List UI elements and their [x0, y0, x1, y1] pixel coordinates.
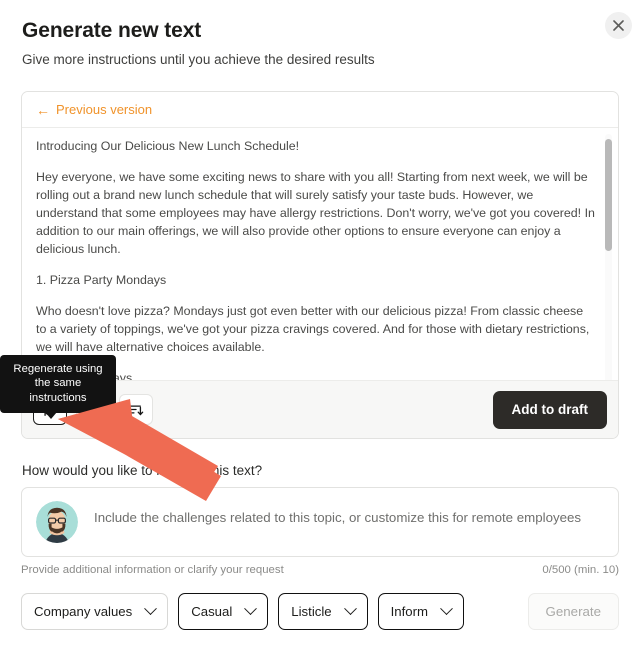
select-label: Casual [191, 604, 232, 619]
modal-subtitle: Give more instructions until you achieve… [22, 52, 375, 67]
user-avatar [36, 501, 78, 543]
select-company-values[interactable]: Company values [21, 593, 168, 630]
expand-text-button[interactable] [119, 394, 153, 425]
generate-button[interactable]: Generate [528, 593, 619, 630]
generated-paragraph: Hey everyone, we have some exciting news… [36, 169, 596, 259]
chevron-down-icon [344, 602, 357, 615]
tooltip-arrow [45, 412, 57, 419]
previous-version-label: Previous version [56, 102, 152, 117]
generate-new-text-modal: Generate new text Give more instructions… [0, 0, 641, 648]
close-icon [613, 20, 624, 31]
select-label: Listicle [291, 604, 331, 619]
expand-text-icon [127, 401, 145, 418]
chevron-down-icon [144, 602, 157, 615]
select-label: Inform [391, 604, 428, 619]
scrollbar-thumb[interactable] [605, 139, 612, 251]
generated-paragraph: Introducing Our Delicious New Lunch Sche… [36, 138, 596, 156]
char-counter: 0/500 (min. 10) [542, 564, 619, 576]
select-format[interactable]: Listicle [278, 593, 367, 630]
chevron-down-icon [244, 602, 257, 615]
generated-paragraph: Who doesn't love pizza? Mondays just got… [36, 303, 596, 357]
previous-version-button[interactable]: ← Previous version [36, 102, 152, 117]
previous-version-bar: ← Previous version [22, 92, 618, 128]
close-button[interactable] [605, 12, 632, 39]
add-to-draft-button[interactable]: Add to draft [493, 391, 608, 429]
tooltip-text: Regenerate using the same instructions [13, 363, 102, 404]
generated-paragraph: 1. Pizza Party Mondays [36, 272, 596, 290]
arrow-left-icon: ← [36, 103, 50, 117]
improve-input[interactable]: Include the challenges related to this t… [94, 510, 581, 525]
improve-helper-text: Provide additional information or clarif… [21, 564, 284, 576]
bottom-controls: Company values Casual Listicle Inform Ge… [21, 593, 619, 630]
improve-input-wrapper[interactable]: Include the challenges related to this t… [21, 487, 619, 557]
select-intent[interactable]: Inform [378, 593, 464, 630]
improve-question-label: How would you like to improve this text? [22, 463, 262, 478]
select-tone[interactable]: Casual [178, 593, 268, 630]
chevron-down-icon [440, 602, 453, 615]
improve-helper-row: Provide additional information or clarif… [21, 564, 619, 576]
regenerate-tooltip: Regenerate using the same instructions [0, 355, 116, 413]
page-title: Generate new text [22, 19, 201, 43]
select-label: Company values [34, 604, 132, 619]
